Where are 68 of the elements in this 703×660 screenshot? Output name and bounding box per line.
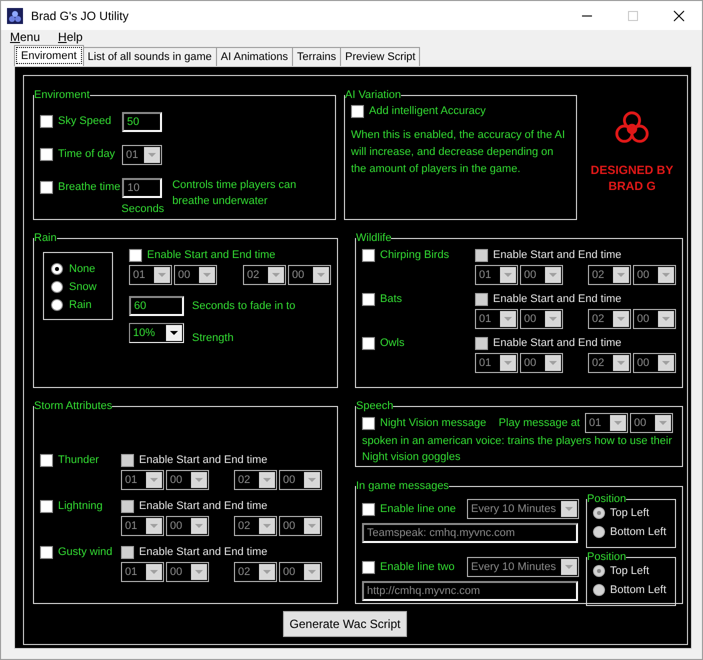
radio-label: Snow xyxy=(69,280,97,294)
menu-item[interactable]: Help xyxy=(58,30,83,46)
checkbox-label: Enable Start and End time xyxy=(139,453,268,467)
input-field[interactable]: 60 xyxy=(129,296,184,316)
dropdown[interactable]: 10% xyxy=(129,323,184,343)
checkbox[interactable] xyxy=(40,454,53,466)
checkbox-label: Enable Start and End time xyxy=(493,336,622,350)
checkbox-label: Thunder xyxy=(58,453,99,467)
checkbox[interactable] xyxy=(362,336,375,350)
radio-label: Top Left xyxy=(610,506,650,520)
radio-label: None xyxy=(69,262,96,276)
menu-item[interactable]: Menu xyxy=(10,30,40,46)
field-label: Seconds to fade in to xyxy=(192,299,296,313)
checkbox-label: Enable line one xyxy=(380,502,457,516)
checkbox-label: Bats xyxy=(380,292,402,306)
group-title: Storm Attributes xyxy=(34,400,112,413)
unit-label: Seconds xyxy=(121,202,164,216)
checkbox-label: Add intelligent Accuracy xyxy=(369,104,486,118)
radio-label: Top Left xyxy=(610,564,650,578)
group-title: In game messages xyxy=(356,480,449,493)
group-title: Position xyxy=(587,551,626,564)
checkbox-label: Night Vision message xyxy=(380,416,488,430)
checkbox-label: Gusty wind xyxy=(58,545,112,559)
checkbox-label: Enable Start and End time xyxy=(493,248,622,262)
checkbox-label: Sky Speed xyxy=(58,114,112,128)
checkbox[interactable] xyxy=(40,500,53,512)
radio-button[interactable] xyxy=(51,281,63,293)
radio-button[interactable] xyxy=(51,299,63,311)
generate-button[interactable]: Generate Wac Script xyxy=(282,611,408,637)
window-title: Brad G's JO Utility xyxy=(31,8,129,22)
radio-label: Bottom Left xyxy=(610,583,666,597)
group-title: Speech xyxy=(356,400,394,413)
description-text: spoken in an american voice: trains the players how to use their Night vision goggles xyxy=(362,434,673,465)
tab[interactable]: Enviroment xyxy=(14,45,84,66)
checkbox[interactable] xyxy=(129,248,142,262)
close-icon[interactable] xyxy=(673,10,685,22)
description-text: When this is enabled, the accuracy of the AI will increase, and decrease depending on the amount of players in the game. xyxy=(351,128,566,177)
checkbox[interactable] xyxy=(362,416,375,430)
checkbox-label: Lightning xyxy=(58,499,103,513)
checkbox[interactable] xyxy=(40,115,53,128)
checkbox[interactable] xyxy=(362,248,375,262)
radio-label: Rain xyxy=(69,298,92,312)
hint-text: Controls time players can breathe underwater xyxy=(172,178,298,209)
group-title: AI Variation xyxy=(345,89,402,102)
checkbox-label: Enable Start and End time xyxy=(147,248,276,262)
tab[interactable]: Preview Script xyxy=(340,47,420,66)
checkbox[interactable] xyxy=(351,104,364,118)
checkbox-label: Enable line two xyxy=(380,560,456,574)
checkbox-label: Time of day xyxy=(58,147,116,161)
group-title: Wildlife xyxy=(356,232,392,245)
checkbox-label: Enable Start and End time xyxy=(139,499,268,513)
checkbox-label: Owls xyxy=(380,336,404,350)
logo-text: DESIGNED BY BRAD G xyxy=(590,162,674,194)
group-title: Rain xyxy=(34,232,57,245)
checkbox[interactable] xyxy=(40,546,53,558)
checkbox[interactable] xyxy=(362,292,375,306)
checkbox-label: Chirping Birds xyxy=(380,248,450,262)
field-label: Strength xyxy=(192,331,234,345)
checkbox-label: Enable Start and End time xyxy=(139,545,268,559)
group-title: Enviroment xyxy=(34,89,90,102)
group-title: Position xyxy=(587,493,626,506)
app-icon xyxy=(7,8,23,24)
field-label: Play message at xyxy=(498,416,580,430)
input-field[interactable]: 50 xyxy=(122,112,162,132)
checkbox-label: Breathe time xyxy=(58,180,120,194)
radio-button[interactable] xyxy=(51,263,63,275)
radio-label: Bottom Left xyxy=(610,525,666,539)
checkbox-label: Enable Start and End time xyxy=(493,292,622,306)
